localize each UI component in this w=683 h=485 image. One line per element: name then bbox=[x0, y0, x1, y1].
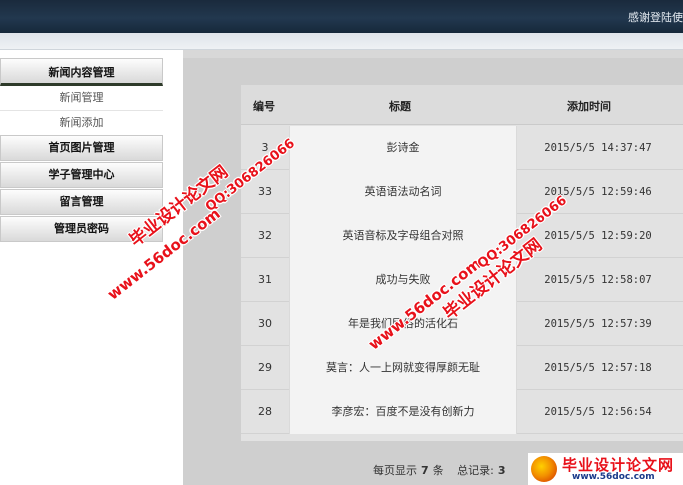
table-row[interactable]: 3 彭诗金 2015/5/5 14:37:47 bbox=[241, 126, 683, 170]
sidebar-item-news-manage[interactable]: 新闻管理 bbox=[0, 86, 163, 110]
menu-home-images[interactable]: 首页图片管理 bbox=[0, 135, 163, 161]
pagination-info: 每页显示 7 条 总记录: 3 bbox=[373, 462, 510, 478]
table-header: 编号 标题 添加时间 bbox=[241, 85, 683, 125]
row-time: 2015/5/5 14:37:47 bbox=[544, 142, 652, 154]
news-submenu: 新闻管理 新闻添加 bbox=[0, 86, 163, 134]
row-id: 32 bbox=[258, 229, 272, 242]
sub-banner bbox=[0, 33, 683, 50]
row-id: 31 bbox=[258, 273, 272, 286]
column-header-id: 编号 bbox=[253, 100, 275, 113]
menu-student-center[interactable]: 学子管理中心 bbox=[0, 162, 163, 188]
row-title[interactable]: 李彦宏：百度不是没有创新力 bbox=[289, 390, 517, 434]
total-label: 总记录: bbox=[457, 464, 494, 477]
row-title[interactable]: 英语语法动名词 bbox=[289, 170, 517, 214]
column-header-title: 标题 bbox=[389, 100, 411, 113]
row-title[interactable]: 英语音标及字母组合对照 bbox=[289, 214, 517, 258]
row-id: 30 bbox=[258, 317, 272, 330]
row-title[interactable]: 彭诗金 bbox=[289, 126, 517, 170]
total-value: 3 bbox=[497, 464, 506, 477]
table-row[interactable]: 33 英语语法动名词 2015/5/5 12:59:46 bbox=[241, 170, 683, 214]
sidebar-item-news-add[interactable]: 新闻添加 bbox=[0, 110, 163, 134]
row-time: 2015/5/5 12:56:54 bbox=[544, 406, 652, 418]
main-panel: 编号 标题 添加时间 3 彭诗金 2015/5/5 14:37:47 33 英语… bbox=[183, 50, 683, 485]
per-page-value: 7 bbox=[421, 464, 429, 477]
table-row[interactable]: 29 莫言：人一上网就变得厚颜无耻 2015/5/5 12:57:18 bbox=[241, 346, 683, 390]
welcome-text: 感谢登陆使 bbox=[628, 11, 683, 24]
logo-url: www.56doc.com bbox=[572, 472, 655, 482]
row-time: 2015/5/5 12:58:07 bbox=[544, 274, 652, 286]
per-page-unit: 条 bbox=[432, 464, 444, 477]
top-banner: 感谢登陆使 bbox=[0, 0, 683, 33]
menu-message-manage[interactable]: 留言管理 bbox=[0, 189, 163, 215]
row-id: 29 bbox=[258, 361, 272, 374]
globe-icon bbox=[531, 456, 557, 482]
row-time: 2015/5/5 12:57:39 bbox=[544, 318, 652, 330]
site-logo: 毕业设计论文网 www.56doc.com bbox=[528, 453, 683, 485]
content-area: 编号 标题 添加时间 3 彭诗金 2015/5/5 14:37:47 33 英语… bbox=[183, 58, 683, 485]
row-time: 2015/5/5 12:57:18 bbox=[544, 362, 652, 374]
table-row[interactable]: 28 李彦宏：百度不是没有创新力 2015/5/5 12:56:54 bbox=[241, 390, 683, 434]
row-title[interactable]: 莫言：人一上网就变得厚颜无耻 bbox=[289, 346, 517, 390]
menu-news-content[interactable]: 新闻内容管理 bbox=[0, 58, 163, 86]
table-row[interactable]: 32 英语音标及字母组合对照 2015/5/5 12:59:20 bbox=[241, 214, 683, 258]
per-page-label: 每页显示 bbox=[373, 464, 417, 477]
column-header-time: 添加时间 bbox=[567, 100, 611, 113]
row-id: 28 bbox=[258, 405, 272, 418]
